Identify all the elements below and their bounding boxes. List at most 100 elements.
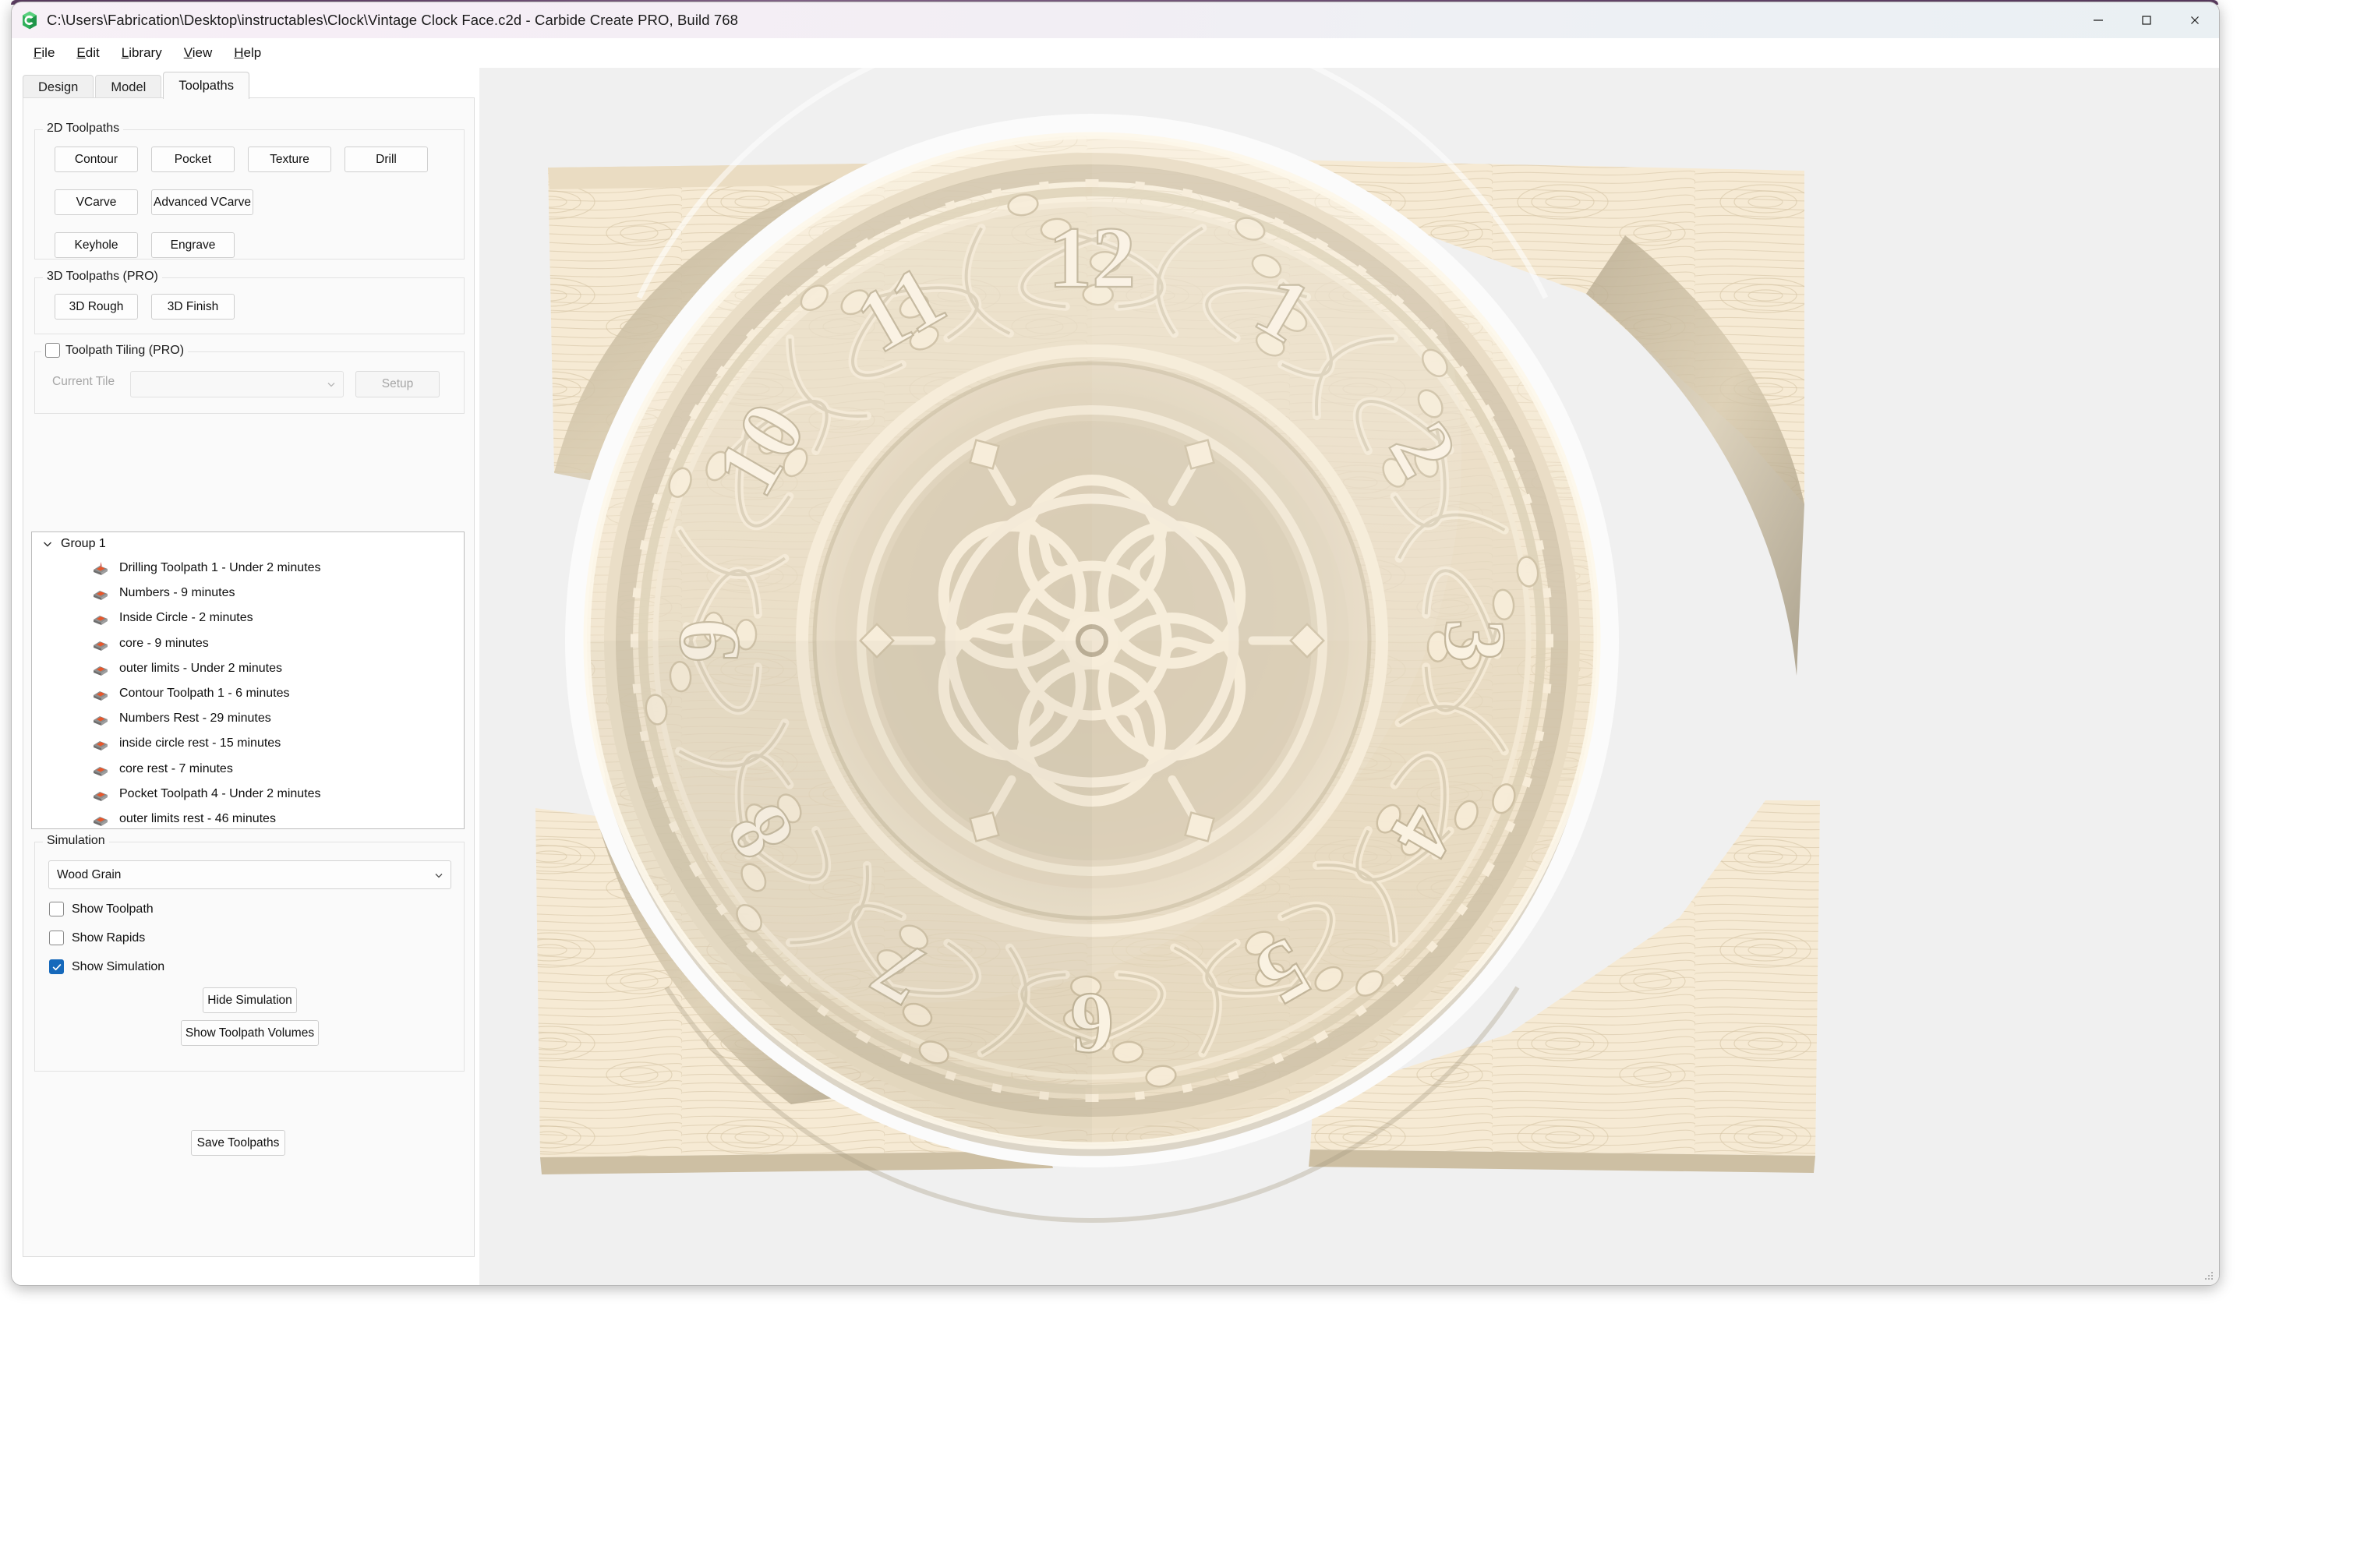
toolpath-icon <box>94 591 108 601</box>
3d-finish-button[interactable]: 3D Finish <box>151 294 235 320</box>
toolpath-row-label: Drilling Toolpath 1 - Under 2 minutes <box>119 561 321 575</box>
toolpath-tiling-header: Toolpath Tiling (PRO) <box>41 343 189 358</box>
toolpath-row-label: Inside Circle - 2 minutes <box>119 611 253 625</box>
show-rapids-checkbox[interactable] <box>49 931 64 945</box>
contour-button[interactable]: Contour <box>55 147 138 172</box>
toolpath-icon <box>94 691 108 701</box>
show-toolpath-volumes-button[interactable]: Show Toolpath Volumes <box>181 1020 319 1046</box>
texture-button[interactable]: Texture <box>248 147 331 172</box>
drill-button[interactable]: Drill <box>345 147 428 172</box>
show-simulation-row[interactable]: Show Simulation <box>49 959 164 974</box>
menu-item-help[interactable]: Help <box>223 42 272 64</box>
toolpath-row-label: Numbers Rest - 29 minutes <box>119 712 271 726</box>
3d-rough-button[interactable]: 3D Rough <box>55 294 138 320</box>
show-toolpath-label: Show Toolpath <box>72 902 154 916</box>
toolpath-tiling-label: Toolpath Tiling (PRO) <box>65 343 185 357</box>
vcarve-button[interactable]: VCarve <box>55 189 138 215</box>
toolpath-row[interactable]: Drilling Toolpath 1 - Under 2 minutes <box>32 556 464 581</box>
hide-simulation-button[interactable]: Hide Simulation <box>203 987 297 1013</box>
minimize-button[interactable] <box>2074 2 2122 38</box>
chevron-down-icon <box>435 873 443 878</box>
keyhole-button[interactable]: Keyhole <box>55 232 138 258</box>
toolpath-row-label: outer limits - Under 2 minutes <box>119 661 282 675</box>
menu-item-file[interactable]: File <box>23 42 65 64</box>
clock-face-simulation-render: 12 1234567891011 <box>535 68 1820 1224</box>
pocket-button[interactable]: Pocket <box>151 147 235 172</box>
toolpath-row[interactable]: Pocket Toolpath 4 - Under 2 minutes <box>32 782 464 807</box>
chevron-down-icon[interactable] <box>41 538 54 550</box>
toolpath-row-label: Numbers - 9 minutes <box>119 586 235 600</box>
toolpath-row-label: Pocket Toolpath 4 - Under 2 minutes <box>119 786 321 800</box>
left-panel: Design Model Toolpaths 2D Toolpaths Cont… <box>12 68 479 1285</box>
engrave-button[interactable]: Engrave <box>151 232 235 258</box>
toolpath-row[interactable]: Numbers Rest - 29 minutes <box>32 706 464 731</box>
toolpath-row[interactable]: Contour Toolpath 1 - 6 minutes <box>32 681 464 706</box>
menu-label-help: elp <box>243 45 262 60</box>
toolpath-group-label: Group 1 <box>61 537 106 550</box>
current-tile-label: Current Tile <box>52 375 115 388</box>
toolpath-icon <box>94 616 108 626</box>
title-bar[interactable]: C:\Users\Fabrication\Desktop\instructabl… <box>12 2 2219 38</box>
group-simulation: Simulation Wood Grain Show Toolpath Show… <box>34 834 465 1072</box>
3d-simulation-viewport[interactable]: 12 1 2 3 4 5 6 7 8 9 10 11 <box>479 68 2219 1285</box>
chevron-down-icon <box>327 383 335 387</box>
toolpath-row[interactable]: outer limits rest - 46 minutes <box>32 807 464 828</box>
close-button[interactable] <box>2171 2 2219 38</box>
save-toolpaths-button[interactable]: Save Toolpaths <box>191 1130 285 1156</box>
current-tile-combobox[interactable] <box>130 371 344 397</box>
toolpath-icon <box>94 791 108 801</box>
tab-strip: Design Model Toolpaths <box>23 72 251 99</box>
maximize-button[interactable] <box>2122 2 2171 38</box>
menu-label-file: ile <box>41 45 55 60</box>
menu-item-view[interactable]: View <box>173 42 224 64</box>
show-rapids-row[interactable]: Show Rapids <box>49 931 145 945</box>
group-2d-toolpaths: 2D Toolpaths Contour Pocket Texture Dril… <box>34 122 465 260</box>
toolpath-icon <box>94 666 108 676</box>
menu-item-library[interactable]: Library <box>111 42 173 64</box>
group-3d-toolpaths: 3D Toolpaths (PRO) 3D Rough 3D Finish <box>34 270 465 334</box>
toolpath-row[interactable]: core - 9 minutes <box>32 631 464 656</box>
check-icon <box>52 963 61 970</box>
toolpath-row[interactable]: core rest - 7 minutes <box>32 757 464 782</box>
toolpath-icon <box>94 816 108 826</box>
carbide-create-logo-icon <box>23 11 37 30</box>
menu-label-library: ibrary <box>129 45 162 60</box>
group-3d-toolpaths-title: 3D Toolpaths (PRO) <box>43 270 162 284</box>
tab-design[interactable]: Design <box>23 75 94 99</box>
toolpath-row[interactable]: outer limits - Under 2 minutes <box>32 656 464 681</box>
window-title: C:\Users\Fabrication\Desktop\instructabl… <box>47 12 739 28</box>
show-simulation-label: Show Simulation <box>72 959 165 973</box>
toolpath-row[interactable]: inside circle rest - 15 minutes <box>32 731 464 756</box>
show-rapids-label: Show Rapids <box>72 931 146 945</box>
toolpath-rows: Drilling Toolpath 1 - Under 2 minutes Num… <box>32 556 464 828</box>
toolpath-drill-icon <box>94 562 108 576</box>
simulation-material-value: Wood Grain <box>57 867 122 881</box>
toolpath-row-label: Contour Toolpath 1 - 6 minutes <box>119 687 290 701</box>
toolpath-icon <box>94 741 108 751</box>
toolpath-icon <box>94 716 108 726</box>
toolpath-tiling-checkbox[interactable] <box>45 343 60 358</box>
group-simulation-title: Simulation <box>43 834 109 848</box>
toolpath-row-label: core - 9 minutes <box>119 636 209 650</box>
toolpath-row[interactable]: Numbers - 9 minutes <box>32 581 464 606</box>
tile-setup-button[interactable]: Setup <box>355 371 440 397</box>
tab-toolpaths[interactable]: Toolpaths <box>163 72 249 99</box>
show-toolpath-checkbox[interactable] <box>49 902 64 916</box>
menu-item-edit[interactable]: Edit <box>65 42 110 64</box>
toolpath-group-row[interactable]: Group 1 <box>32 532 464 556</box>
tab-model[interactable]: Model <box>95 75 162 99</box>
toolpath-icon <box>94 641 108 651</box>
show-simulation-checkbox[interactable] <box>49 959 64 974</box>
application-window: C:\Users\Fabrication\Desktop\instructabl… <box>11 2 2220 1286</box>
toolpath-row[interactable]: Inside Circle - 2 minutes <box>32 606 464 630</box>
show-toolpath-row[interactable]: Show Toolpath <box>49 902 154 916</box>
simulation-material-combobox[interactable]: Wood Grain <box>48 860 451 889</box>
toolpath-tree[interactable]: Group 1 Drilling Toolpath 1 - Under 2 mi… <box>31 531 465 829</box>
toolpath-icon <box>94 766 108 776</box>
advanced-vcarve-button[interactable]: Advanced VCarve <box>151 189 253 215</box>
group-toolpath-tiling: Toolpath Tiling (PRO) Current Tile Setup <box>34 343 465 414</box>
window-resize-grip[interactable] <box>2203 1270 2215 1282</box>
toolpath-row-label: outer limits rest - 46 minutes <box>119 811 276 825</box>
toolpath-row-label: core rest - 7 minutes <box>119 761 233 775</box>
menu-label-edit: dit <box>85 45 100 60</box>
